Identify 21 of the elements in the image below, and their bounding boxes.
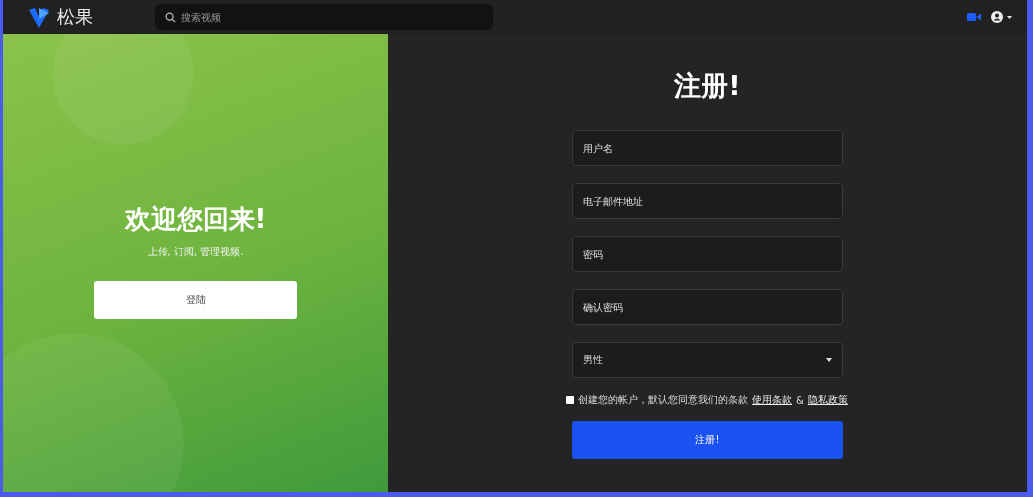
terms-link[interactable]: 使用条款 xyxy=(752,393,792,407)
ampersand-text: & xyxy=(796,394,804,406)
register-title: 注册! xyxy=(674,69,741,103)
password-field[interactable]: 确认密码 xyxy=(572,289,843,325)
gender-select[interactable]: 男性 xyxy=(572,342,843,378)
user-account-icon[interactable] xyxy=(991,11,1013,23)
login-button[interactable]: 登陆 xyxy=(94,281,297,319)
search-field[interactable]: 搜索视频 xyxy=(155,4,493,30)
input-field[interactable]: 用户名 xyxy=(572,130,843,166)
welcome-subtitle: 上传, 订阅, 管理视频. xyxy=(147,245,244,259)
video-camera-icon[interactable] xyxy=(967,12,981,22)
agreement-text: 创建您的帐户，默认您同意我们的条款 xyxy=(578,393,748,407)
logo-text: 松果 xyxy=(57,5,93,29)
dropdown-caret-icon xyxy=(826,358,832,362)
agreement-checkbox[interactable] xyxy=(566,396,574,404)
register-button[interactable]: 注册! xyxy=(572,421,843,459)
welcome-title: 欢迎您回来! xyxy=(124,203,267,236)
logo-icon xyxy=(27,5,51,29)
privacy-link[interactable]: 隐私政策 xyxy=(807,393,848,407)
input-field[interactable]: 电子邮件地址 xyxy=(572,183,843,219)
password-field[interactable]: 密码 xyxy=(572,236,843,272)
